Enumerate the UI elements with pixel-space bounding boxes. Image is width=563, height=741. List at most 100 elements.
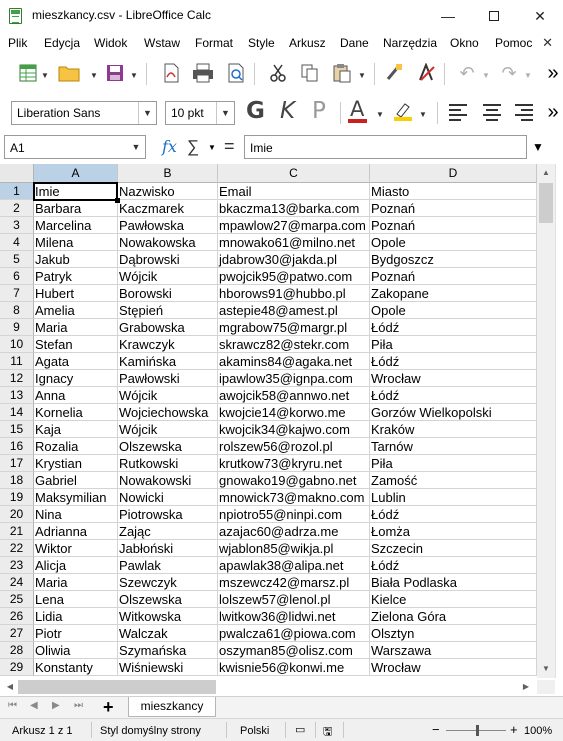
sum-dropdown-icon[interactable]: ▼ — [208, 143, 216, 152]
cell-c[interactable]: mpawlow27@marpa.com — [218, 217, 370, 234]
sum-icon[interactable]: ∑ — [187, 137, 199, 157]
scroll-up-icon[interactable]: ▲ — [537, 164, 555, 182]
scroll-right-icon[interactable]: ▶ — [518, 679, 534, 695]
cell-b[interactable]: Nowakowska — [118, 234, 218, 251]
scroll-left-icon[interactable]: ◀ — [2, 679, 18, 695]
chevron-down-icon[interactable]: ▼ — [138, 102, 156, 124]
cell-d[interactable]: Biała Podlaska — [370, 574, 537, 591]
cell-b[interactable]: Zając — [118, 523, 218, 540]
row-header[interactable]: 26 — [0, 608, 34, 625]
cell-a[interactable]: Kaja — [34, 421, 118, 438]
row-header[interactable]: 2 — [0, 200, 34, 217]
cell-a[interactable]: Gabriel — [34, 472, 118, 489]
cell-d[interactable]: Piła — [370, 336, 537, 353]
horizontal-scroll-thumb[interactable] — [18, 680, 216, 694]
cell-a[interactable]: Adrianna — [34, 523, 118, 540]
expand-formula-icon[interactable]: ▼ — [532, 140, 544, 154]
undo-dropdown-icon[interactable]: ▼ — [482, 71, 490, 80]
cell-c[interactable]: oszyman85@olisz.com — [218, 642, 370, 659]
cell-a[interactable]: Maria — [34, 574, 118, 591]
cell-a[interactable]: Nina — [34, 506, 118, 523]
row-header[interactable]: 9 — [0, 319, 34, 336]
cell-c[interactable]: hborows91@hubbo.pl — [218, 285, 370, 302]
cell-a[interactable]: Jakub — [34, 251, 118, 268]
cell-a[interactable]: Patryk — [34, 268, 118, 285]
page-style[interactable]: Styl domyślny strony — [100, 725, 201, 737]
minimize-button[interactable]: — — [425, 0, 471, 32]
print-icon[interactable] — [191, 61, 215, 85]
spreadsheet-grid[interactable]: A B C D 1 Imie Nazwisko Email Miasto 2 Barbara Kacz… — [0, 164, 537, 678]
cell-d[interactable]: Tarnów — [370, 438, 537, 455]
cell-c[interactable]: mnowako61@milno.net — [218, 234, 370, 251]
formula-input[interactable]: Imie — [244, 135, 527, 159]
save-icon[interactable] — [103, 61, 127, 85]
cell-d[interactable]: Opole — [370, 302, 537, 319]
cell-d[interactable]: Miasto — [370, 183, 537, 200]
add-sheet-button[interactable]: + — [103, 697, 114, 718]
row-header[interactable]: 21 — [0, 523, 34, 540]
row-header[interactable]: 7 — [0, 285, 34, 302]
cell-d[interactable]: Łomża — [370, 523, 537, 540]
row-header[interactable]: 17 — [0, 455, 34, 472]
cell-c[interactable]: mnowick73@makno.com — [218, 489, 370, 506]
cell-d[interactable]: Poznań — [370, 217, 537, 234]
cell-d[interactable]: Kielce — [370, 591, 537, 608]
cell-c[interactable]: npiotro55@ninpi.com — [218, 506, 370, 523]
cell-d[interactable]: Wrocław — [370, 370, 537, 387]
row-header[interactable]: 12 — [0, 370, 34, 387]
column-header-c[interactable]: C — [218, 164, 370, 183]
clone-formatting-icon[interactable] — [382, 61, 406, 85]
font-color-dropdown-icon[interactable]: ▼ — [376, 110, 384, 119]
menu-dane[interactable]: Dane — [340, 36, 369, 50]
menu-pomoc[interactable]: Pomoc — [495, 36, 532, 50]
cell-c[interactable]: apawlak38@alipa.net — [218, 557, 370, 574]
font-color-button[interactable]: A — [350, 97, 364, 121]
cell-a[interactable]: Oliwia — [34, 642, 118, 659]
cell-b[interactable]: Kaczmarek — [118, 200, 218, 217]
column-header-a[interactable]: A — [34, 164, 118, 183]
cell-a[interactable]: Barbara — [34, 200, 118, 217]
cell-c[interactable]: skrawcz82@stekr.com — [218, 336, 370, 353]
row-header[interactable]: 8 — [0, 302, 34, 319]
row-header[interactable]: 19 — [0, 489, 34, 506]
cell-d[interactable]: Łódź — [370, 387, 537, 404]
cell-a[interactable]: Lidia — [34, 608, 118, 625]
cell-c[interactable]: astepie48@amest.pl — [218, 302, 370, 319]
cell-b[interactable]: Wójcik — [118, 268, 218, 285]
menu-format[interactable]: Format — [195, 36, 233, 50]
cell-b[interactable]: Szymańska — [118, 642, 218, 659]
row-header[interactable]: 15 — [0, 421, 34, 438]
cell-c[interactable]: pwalcza61@piowa.com — [218, 625, 370, 642]
cell-d[interactable]: Bydgoszcz — [370, 251, 537, 268]
cell-d[interactable]: Warszawa — [370, 642, 537, 659]
column-header-d[interactable]: D — [370, 164, 537, 183]
prev-sheet-icon[interactable]: ◀ — [30, 700, 38, 711]
print-preview-icon[interactable] — [224, 61, 248, 85]
cell-d[interactable]: Gorzów Wielkopolski — [370, 404, 537, 421]
row-header[interactable]: 3 — [0, 217, 34, 234]
menu-arkusz[interactable]: Arkusz — [289, 36, 326, 50]
cell-b[interactable]: Jabłoński — [118, 540, 218, 557]
cell-d[interactable]: Wrocław — [370, 659, 537, 676]
cell-d[interactable]: Kraków — [370, 421, 537, 438]
chevron-down-icon[interactable]: ▼ — [216, 102, 234, 124]
cell-a[interactable]: Amelia — [34, 302, 118, 319]
menu-okno[interactable]: Okno — [450, 36, 479, 50]
close-document-button[interactable]: ✕ — [542, 35, 553, 51]
row-header[interactable]: 6 — [0, 268, 34, 285]
new-dropdown-icon[interactable]: ▼ — [41, 71, 49, 80]
cell-b[interactable]: Szewczyk — [118, 574, 218, 591]
row-header[interactable]: 1 — [0, 183, 34, 200]
maximize-button[interactable] — [471, 0, 517, 32]
cell-a[interactable]: Lena — [34, 591, 118, 608]
column-header-b[interactable]: B — [118, 164, 218, 183]
align-right-icon[interactable] — [512, 100, 536, 124]
cell-b[interactable]: Dąbrowski — [118, 251, 218, 268]
cell-a[interactable]: Marcelina — [34, 217, 118, 234]
menu-style[interactable]: Style — [248, 36, 275, 50]
cell-c[interactable]: jdabrow30@jakda.pl — [218, 251, 370, 268]
undo-icon[interactable]: ↶ — [455, 61, 479, 85]
cut-icon[interactable] — [266, 61, 290, 85]
menu-wstaw[interactable]: Wstaw — [144, 36, 180, 50]
last-sheet-icon[interactable]: ⏭ — [74, 700, 83, 711]
